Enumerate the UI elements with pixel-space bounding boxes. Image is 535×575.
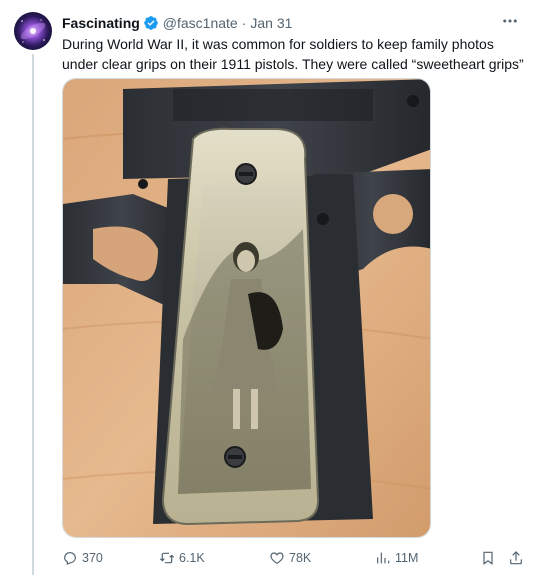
galaxy-avatar-icon	[14, 12, 52, 50]
tweet-text: During World War II, it was common for s…	[62, 36, 524, 72]
retweet-button[interactable]: 6.1K	[159, 548, 205, 568]
tweet-actions: 370 6.1K 78K 11M	[62, 548, 528, 568]
like-button[interactable]: 78K	[269, 548, 311, 568]
author-handle[interactable]: @fasc1nate	[163, 13, 238, 33]
views-button[interactable]: 11M	[375, 548, 418, 568]
retweet-count: 6.1K	[179, 551, 205, 565]
bookmark-icon	[483, 551, 493, 565]
separator-dot: ·	[241, 15, 247, 31]
tweet-date[interactable]: Jan 31	[250, 13, 292, 33]
tweet-photo[interactable]	[62, 78, 431, 538]
author-name[interactable]: Fascinating	[62, 13, 140, 33]
pistol-photo-icon	[63, 79, 430, 537]
tweet-card[interactable]: Fascinating @fasc1nate · Jan 31 During W…	[0, 0, 535, 575]
views-icon	[377, 552, 390, 564]
reply-icon	[64, 552, 76, 565]
reply-count: 370	[82, 551, 103, 565]
retweet-icon	[159, 552, 175, 564]
reply-button[interactable]: 370	[62, 548, 103, 568]
more-dots-icon	[503, 19, 517, 23]
heart-icon	[270, 552, 284, 565]
bookmark-button[interactable]	[480, 548, 500, 568]
more-options-button[interactable]	[499, 12, 521, 30]
thread-line	[32, 54, 34, 575]
views-count: 11M	[395, 551, 419, 565]
like-count: 78K	[289, 551, 312, 565]
share-button[interactable]	[508, 548, 528, 568]
share-icon	[510, 551, 522, 565]
verified-badge-icon	[143, 15, 159, 31]
tweet-header: Fascinating @fasc1nate · Jan 31	[62, 13, 521, 33]
avatar[interactable]	[14, 12, 52, 50]
